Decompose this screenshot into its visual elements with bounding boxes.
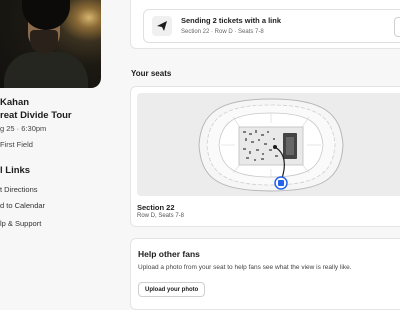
send-icon: [152, 16, 172, 36]
artist-name: Kahan: [0, 97, 30, 108]
help-fans-description: Upload a photo from your seat to help fa…: [138, 264, 352, 271]
venue-name: First Field: [0, 140, 33, 149]
help-support-link[interactable]: lp & Support: [0, 219, 41, 228]
section-label: Section 22: [137, 203, 175, 212]
upload-photo-button[interactable]: Upload your photo: [138, 282, 206, 297]
add-to-calendar-link[interactable]: d to Calendar: [0, 201, 45, 210]
useful-links-title: l Links: [0, 165, 31, 176]
transfer-title: Sending 2 tickets with a link: [181, 16, 282, 25]
transfer-details: Section 22 · Row D · Seats 7-8: [181, 29, 264, 35]
transfer-action-button[interactable]: [394, 17, 400, 37]
your-seats-heading: Your seats: [131, 69, 172, 78]
row-seats-label: Row D, Seats 7-8: [137, 213, 185, 219]
help-fans-title: Help other fans: [138, 249, 200, 259]
transfer-status-row[interactable]: Sending 2 tickets with a link Section 22…: [143, 9, 400, 43]
get-directions-link[interactable]: t Directions: [0, 185, 38, 194]
tour-name: reat Divide Tour: [0, 110, 72, 121]
stadium-map[interactable]: [137, 93, 400, 196]
show-datetime: g 25 · 6:30pm: [0, 124, 47, 133]
artist-photo: [0, 0, 101, 88]
